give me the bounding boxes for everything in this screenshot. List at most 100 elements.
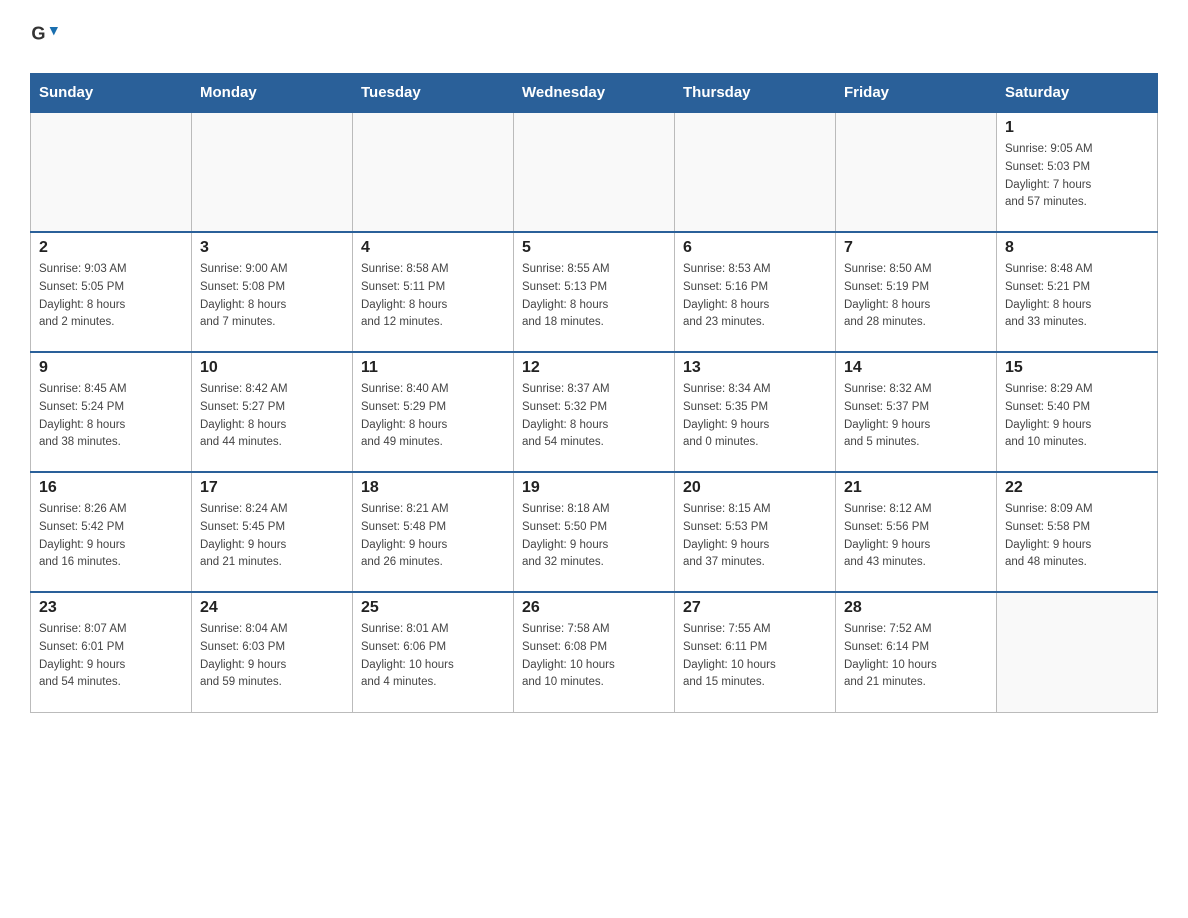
day-info: Sunrise: 9:03 AM Sunset: 5:05 PM Dayligh…: [39, 261, 183, 332]
logo-icon: G: [30, 20, 58, 53]
calendar-cell: 12Sunrise: 8:37 AM Sunset: 5:32 PM Dayli…: [514, 352, 675, 472]
calendar-week-5: 23 Sunrise: 8:07 AM Sunset: 6:01 PM Dayli…: [31, 592, 1158, 712]
calendar-cell: 17 Sunrise: 8:24 AM Sunset: 5:45 PM Dayli…: [192, 472, 353, 592]
day-info: Sunrise: 8:07 AM Sunset: 6:01 PM Dayligh…: [39, 621, 183, 692]
day-number: 14: [844, 359, 988, 377]
day-number: 22: [1005, 479, 1149, 497]
calendar-cell: 15 Sunrise: 8:29 AM Sunset: 5:40 PM Dayli…: [997, 352, 1158, 472]
day-number: 4: [361, 239, 505, 257]
calendar-cell: [997, 592, 1158, 712]
calendar-week-2: 2 Sunrise: 9:03 AM Sunset: 5:05 PM Daylig…: [31, 232, 1158, 352]
day-info: Sunrise: 8:01 AM Sunset: 6:06 PM Dayligh…: [361, 621, 505, 692]
day-info: Sunrise: 8:24 AM Sunset: 5:45 PM Dayligh…: [200, 501, 344, 572]
day-number: 21: [844, 479, 988, 497]
calendar-cell: [514, 112, 675, 232]
calendar-cell: [353, 112, 514, 232]
day-number: 10: [200, 359, 344, 377]
day-number: 1: [1005, 119, 1149, 137]
day-number: 27: [683, 599, 827, 617]
calendar-table: SundayMondayTuesdayWednesdayThursdayFrid…: [30, 73, 1158, 713]
day-number: 9: [39, 359, 183, 377]
day-info: Sunrise: 9:00 AM Sunset: 5:08 PM Dayligh…: [200, 261, 344, 332]
day-info: Sunrise: 8:12 AM Sunset: 5:56 PM Dayligh…: [844, 501, 988, 572]
calendar-header-row: SundayMondayTuesdayWednesdayThursdayFrid…: [31, 74, 1158, 113]
day-info: Sunrise: 9:05 AM Sunset: 5:03 PM Dayligh…: [1005, 141, 1149, 212]
day-number: 8: [1005, 239, 1149, 257]
day-info: Sunrise: 8:18 AM Sunset: 5:50 PM Dayligh…: [522, 501, 666, 572]
weekday-header-tuesday: Tuesday: [353, 74, 514, 113]
day-info: Sunrise: 8:29 AM Sunset: 5:40 PM Dayligh…: [1005, 381, 1149, 452]
calendar-cell: 18 Sunrise: 8:21 AM Sunset: 5:48 PM Dayli…: [353, 472, 514, 592]
day-info: Sunrise: 8:55 AM Sunset: 5:13 PM Dayligh…: [522, 261, 666, 332]
page-header: G: [30, 20, 1158, 53]
day-number: 25: [361, 599, 505, 617]
day-number: 16: [39, 479, 183, 497]
day-info: Sunrise: 7:58 AM Sunset: 6:08 PM Dayligh…: [522, 621, 666, 692]
calendar-cell: 28Sunrise: 7:52 AM Sunset: 6:14 PM Dayli…: [836, 592, 997, 712]
day-number: 13: [683, 359, 827, 377]
calendar-cell: [836, 112, 997, 232]
day-number: 7: [844, 239, 988, 257]
calendar-cell: 11 Sunrise: 8:40 AM Sunset: 5:29 PM Dayli…: [353, 352, 514, 472]
calendar-cell: 8 Sunrise: 8:48 AM Sunset: 5:21 PM Daylig…: [997, 232, 1158, 352]
day-info: Sunrise: 8:45 AM Sunset: 5:24 PM Dayligh…: [39, 381, 183, 452]
weekday-header-thursday: Thursday: [675, 74, 836, 113]
calendar-cell: 27 Sunrise: 7:55 AM Sunset: 6:11 PM Dayli…: [675, 592, 836, 712]
day-number: 11: [361, 359, 505, 377]
weekday-header-wednesday: Wednesday: [514, 74, 675, 113]
day-number: 24: [200, 599, 344, 617]
calendar-cell: 26 Sunrise: 7:58 AM Sunset: 6:08 PM Dayli…: [514, 592, 675, 712]
day-number: 17: [200, 479, 344, 497]
day-info: Sunrise: 8:40 AM Sunset: 5:29 PM Dayligh…: [361, 381, 505, 452]
day-info: Sunrise: 8:48 AM Sunset: 5:21 PM Dayligh…: [1005, 261, 1149, 332]
calendar-cell: 24 Sunrise: 8:04 AM Sunset: 6:03 PM Dayli…: [192, 592, 353, 712]
calendar-cell: [31, 112, 192, 232]
calendar-cell: 10Sunrise: 8:42 AM Sunset: 5:27 PM Dayli…: [192, 352, 353, 472]
day-number: 3: [200, 239, 344, 257]
calendar-cell: 16 Sunrise: 8:26 AM Sunset: 5:42 PM Dayli…: [31, 472, 192, 592]
calendar-cell: 22 Sunrise: 8:09 AM Sunset: 5:58 PM Dayli…: [997, 472, 1158, 592]
day-info: Sunrise: 8:26 AM Sunset: 5:42 PM Dayligh…: [39, 501, 183, 572]
day-number: 15: [1005, 359, 1149, 377]
calendar-cell: 2 Sunrise: 9:03 AM Sunset: 5:05 PM Daylig…: [31, 232, 192, 352]
day-number: 23: [39, 599, 183, 617]
day-number: 19: [522, 479, 666, 497]
logo: G: [30, 20, 64, 53]
day-info: Sunrise: 8:04 AM Sunset: 6:03 PM Dayligh…: [200, 621, 344, 692]
weekday-header-saturday: Saturday: [997, 74, 1158, 113]
day-number: 2: [39, 239, 183, 257]
calendar-cell: 6 Sunrise: 8:53 AM Sunset: 5:16 PM Daylig…: [675, 232, 836, 352]
day-info: Sunrise: 8:09 AM Sunset: 5:58 PM Dayligh…: [1005, 501, 1149, 572]
weekday-header-friday: Friday: [836, 74, 997, 113]
day-number: 18: [361, 479, 505, 497]
day-info: Sunrise: 8:34 AM Sunset: 5:35 PM Dayligh…: [683, 381, 827, 452]
day-info: Sunrise: 8:50 AM Sunset: 5:19 PM Dayligh…: [844, 261, 988, 332]
calendar-cell: 25 Sunrise: 8:01 AM Sunset: 6:06 PM Dayli…: [353, 592, 514, 712]
day-number: 20: [683, 479, 827, 497]
day-info: Sunrise: 8:15 AM Sunset: 5:53 PM Dayligh…: [683, 501, 827, 572]
day-info: Sunrise: 8:53 AM Sunset: 5:16 PM Dayligh…: [683, 261, 827, 332]
day-info: Sunrise: 7:52 AM Sunset: 6:14 PM Dayligh…: [844, 621, 988, 692]
day-number: 6: [683, 239, 827, 257]
calendar-week-3: 9 Sunrise: 8:45 AM Sunset: 5:24 PM Daylig…: [31, 352, 1158, 472]
calendar-week-1: 1 Sunrise: 9:05 AM Sunset: 5:03 PM Daylig…: [31, 112, 1158, 232]
calendar-cell: 19 Sunrise: 8:18 AM Sunset: 5:50 PM Dayli…: [514, 472, 675, 592]
day-info: Sunrise: 8:58 AM Sunset: 5:11 PM Dayligh…: [361, 261, 505, 332]
day-info: Sunrise: 8:32 AM Sunset: 5:37 PM Dayligh…: [844, 381, 988, 452]
weekday-header-sunday: Sunday: [31, 74, 192, 113]
calendar-cell: 4 Sunrise: 8:58 AM Sunset: 5:11 PM Daylig…: [353, 232, 514, 352]
calendar-cell: 14 Sunrise: 8:32 AM Sunset: 5:37 PM Dayli…: [836, 352, 997, 472]
day-info: Sunrise: 8:21 AM Sunset: 5:48 PM Dayligh…: [361, 501, 505, 572]
calendar-cell: [192, 112, 353, 232]
calendar-cell: 9 Sunrise: 8:45 AM Sunset: 5:24 PM Daylig…: [31, 352, 192, 472]
calendar-cell: 23 Sunrise: 8:07 AM Sunset: 6:01 PM Dayli…: [31, 592, 192, 712]
weekday-header-monday: Monday: [192, 74, 353, 113]
calendar-cell: 7 Sunrise: 8:50 AM Sunset: 5:19 PM Daylig…: [836, 232, 997, 352]
day-number: 26: [522, 599, 666, 617]
day-number: 5: [522, 239, 666, 257]
calendar-week-4: 16 Sunrise: 8:26 AM Sunset: 5:42 PM Dayli…: [31, 472, 1158, 592]
day-info: Sunrise: 7:55 AM Sunset: 6:11 PM Dayligh…: [683, 621, 827, 692]
day-info: Sunrise: 8:37 AM Sunset: 5:32 PM Dayligh…: [522, 381, 666, 452]
calendar-cell: [675, 112, 836, 232]
calendar-cell: 3 Sunrise: 9:00 AM Sunset: 5:08 PM Daylig…: [192, 232, 353, 352]
